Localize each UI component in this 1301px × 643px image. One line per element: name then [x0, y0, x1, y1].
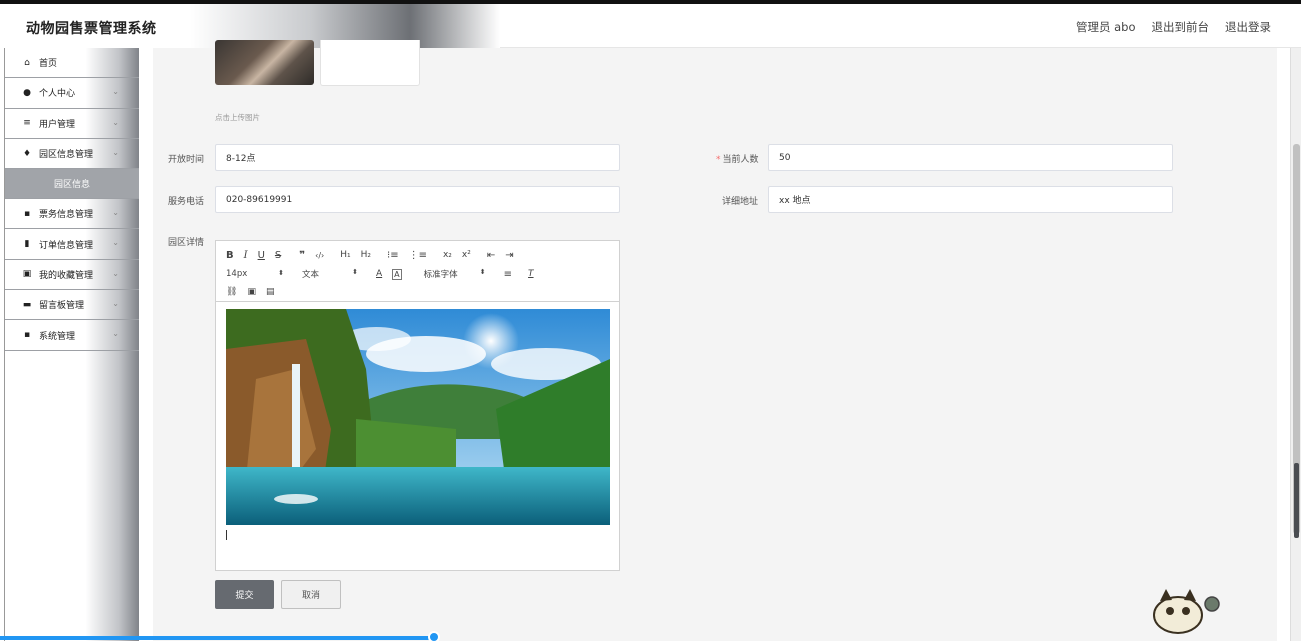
- sidebar-item-label: 个人中心: [39, 89, 76, 100]
- background-color-icon[interactable]: A: [392, 268, 402, 280]
- address-label: 详细地址: [722, 197, 759, 207]
- image-icon[interactable]: ▣: [247, 287, 256, 297]
- font-family-value: 标准字体: [423, 270, 458, 280]
- required-mark: *: [716, 155, 721, 165]
- sidebar: ⌂ 首页 ● 个人中心 ⌄ ≡ 用户管理 ⌄ ♦ 园区信息管理 ⌄ 园区信息 ▪…: [4, 48, 139, 641]
- strikethrough-icon[interactable]: S: [275, 250, 281, 261]
- open-time-input[interactable]: 8-12点: [215, 144, 620, 171]
- cat-mascot-icon: [1148, 585, 1223, 635]
- upload-hint[interactable]: 点击上传图片: [215, 112, 260, 123]
- top-header: 动物园售票管理系统 管理员 abo 退出到前台 退出登录: [0, 0, 1301, 48]
- superscript-icon[interactable]: x²: [462, 250, 471, 260]
- sidebar-item-users[interactable]: ≡ 用户管理 ⌄: [5, 109, 139, 139]
- italic-icon[interactable]: I: [244, 250, 248, 261]
- link-icon[interactable]: ⛓: [226, 287, 237, 297]
- bar-chart-icon: ▮: [24, 239, 30, 250]
- indent-icon[interactable]: ⇥: [505, 250, 513, 261]
- sidebar-item-profile[interactable]: ● 个人中心 ⌄: [5, 78, 139, 109]
- page-progress-bar: [0, 636, 435, 640]
- sidebar-item-label: 订单信息管理: [39, 240, 94, 251]
- menu-icon: ≡: [23, 118, 31, 129]
- editor-toolbar: B I U S ❞ ‹/› H₁ H₂ ⁝≡ ⋮≡ x₂ x² ⇤ ⇥ 14px…: [216, 241, 619, 302]
- sidebar-item-messages[interactable]: ▬ 留言板管理 ⌄: [5, 290, 139, 321]
- bullet-list-icon[interactable]: ⋮≡: [409, 250, 427, 261]
- grid-icon: ▪: [23, 208, 31, 219]
- phone-label: 服务电话: [168, 197, 205, 207]
- exit-to-front-link[interactable]: 退出到前台: [1152, 19, 1210, 35]
- clear-format-icon[interactable]: T: [528, 269, 534, 279]
- scrollbar-marker: [1294, 463, 1299, 538]
- cancel-button[interactable]: 取消: [281, 580, 341, 609]
- heading1-icon[interactable]: H₁: [340, 250, 350, 260]
- chevron-down-icon: ⌄: [112, 329, 119, 339]
- header-actions: 管理员 abo 退出到前台 退出登录: [1076, 19, 1271, 35]
- sidebar-item-label: 园区信息: [53, 180, 90, 191]
- subscript-icon[interactable]: x₂: [443, 250, 452, 260]
- chevron-down-icon: ⌄: [112, 87, 119, 97]
- outdent-icon[interactable]: ⇤: [487, 250, 495, 261]
- clipboard-icon: ▣: [22, 269, 32, 280]
- uploaded-image-thumbnail[interactable]: [215, 40, 314, 85]
- text-type-value: 文本: [302, 270, 320, 280]
- editor-text-cursor: [226, 530, 227, 540]
- chevron-down-icon: ⌄: [112, 117, 119, 127]
- code-block-icon[interactable]: ‹/›: [315, 251, 324, 260]
- admin-user-label[interactable]: 管理员 abo: [1076, 19, 1136, 35]
- chevron-down-icon: ⌄: [112, 147, 119, 157]
- sidebar-item-home[interactable]: ⌂ 首页: [5, 48, 139, 79]
- detail-label: 园区详情: [168, 238, 205, 248]
- font-size-select[interactable]: 14px ⬍: [226, 269, 284, 279]
- sidebar-item-label: 首页: [39, 59, 58, 70]
- select-arrow-icon: ⬍: [278, 269, 284, 277]
- image-upload-box[interactable]: [320, 40, 420, 86]
- sidebar-item-orders[interactable]: ▮ 订单信息管理 ⌄: [5, 229, 139, 260]
- sidebar-subitem-park-info[interactable]: 园区信息: [5, 169, 139, 200]
- vertical-scrollbar[interactable]: [1290, 48, 1301, 641]
- text-type-select[interactable]: 文本 ⬍: [302, 268, 358, 280]
- sidebar-item-favorites[interactable]: ▣ 我的收藏管理 ⌄: [5, 260, 139, 291]
- logout-link[interactable]: 退出登录: [1225, 19, 1271, 35]
- chevron-down-icon: ⌄: [112, 208, 119, 218]
- user-icon: ●: [23, 87, 31, 98]
- monitor-icon: ▬: [22, 299, 32, 310]
- progress-knob[interactable]: [428, 631, 440, 643]
- chevron-down-icon: ⌄: [112, 238, 119, 248]
- home-icon: ⌂: [24, 57, 30, 68]
- sidebar-item-label: 园区信息管理: [39, 150, 94, 161]
- sidebar-item-system[interactable]: ▪ 系统管理 ⌄: [5, 320, 139, 351]
- rich-text-editor[interactable]: B I U S ❞ ‹/› H₁ H₂ ⁝≡ ⋮≡ x₂ x² ⇤ ⇥ 14px…: [215, 240, 620, 571]
- align-icon[interactable]: ≡: [504, 269, 512, 280]
- app-title: 动物园售票管理系统: [26, 21, 157, 37]
- heading2-icon[interactable]: H₂: [361, 250, 371, 260]
- address-input[interactable]: xx 地点: [768, 186, 1173, 213]
- submit-button[interactable]: 提交: [215, 580, 274, 609]
- sidebar-item-tickets[interactable]: ▪ 票务信息管理 ⌄: [5, 199, 139, 230]
- sidebar-item-label: 留言板管理: [39, 301, 85, 312]
- bold-icon[interactable]: B: [226, 250, 234, 261]
- select-arrow-icon: ⬍: [479, 268, 486, 276]
- pin-icon: ♦: [22, 148, 32, 159]
- phone-input[interactable]: 020-89619991: [215, 186, 620, 213]
- sidebar-item-label: 用户管理: [39, 119, 76, 130]
- sidebar-item-label: 票务信息管理: [39, 210, 94, 221]
- chevron-down-icon: ⌄: [112, 299, 119, 309]
- grid-icon: ▪: [23, 330, 31, 341]
- select-arrow-icon: ⬍: [352, 268, 358, 276]
- current-count-input[interactable]: 50: [768, 144, 1173, 171]
- underline-icon[interactable]: U: [258, 250, 265, 261]
- video-icon[interactable]: ▤: [266, 287, 275, 297]
- font-color-icon[interactable]: A: [376, 269, 382, 279]
- font-size-value: 14px: [226, 269, 248, 279]
- sidebar-item-label: 系统管理: [39, 331, 76, 342]
- chevron-down-icon: ⌄: [112, 268, 119, 278]
- blockquote-icon[interactable]: ❞: [299, 250, 305, 261]
- open-time-label: 开放时间: [168, 155, 205, 165]
- current-count-label: * 当前人数: [716, 152, 759, 165]
- sidebar-item-label: 我的收藏管理: [39, 270, 94, 281]
- current-count-label-text: 当前人数: [722, 155, 759, 165]
- ordered-list-icon[interactable]: ⁝≡: [387, 250, 399, 261]
- sidebar-item-park-info-mgmt[interactable]: ♦ 园区信息管理 ⌄: [5, 139, 139, 170]
- font-family-select[interactable]: 标准字体 ⬍: [424, 268, 486, 280]
- landscape-waterfall-image: [226, 309, 610, 525]
